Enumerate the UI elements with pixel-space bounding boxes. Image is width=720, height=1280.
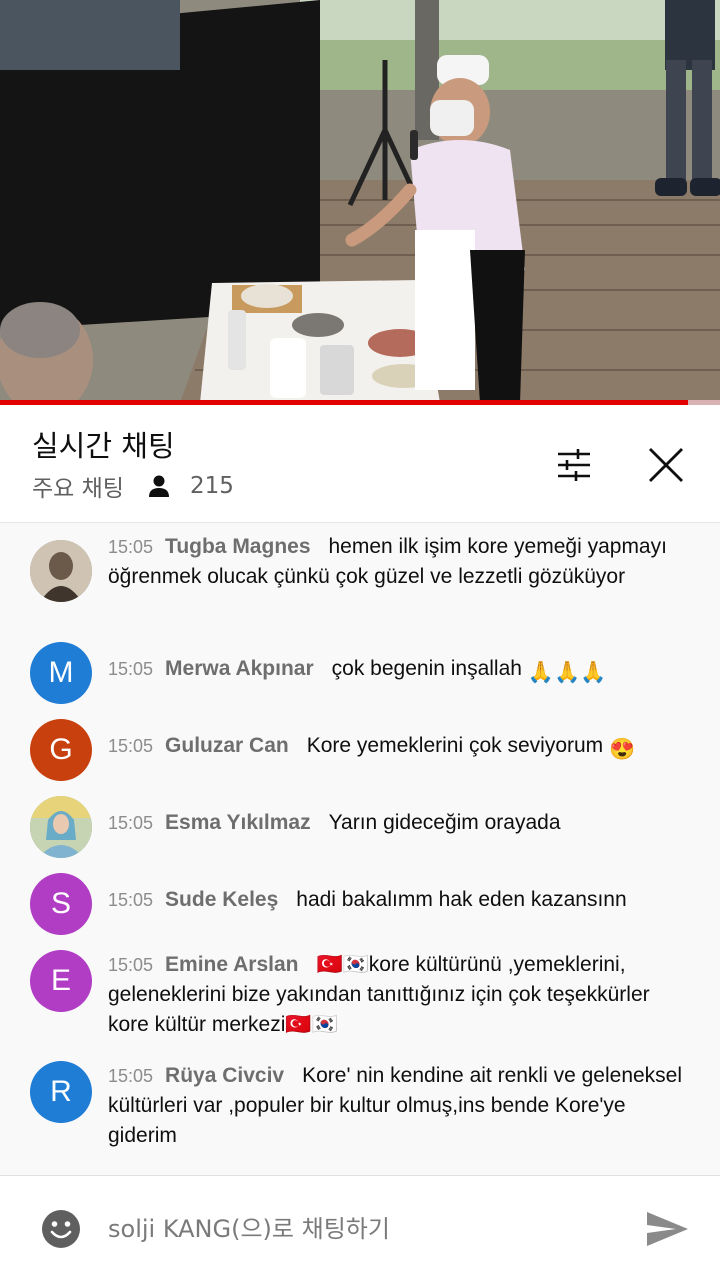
message-author[interactable]: Guluzar Can bbox=[165, 734, 289, 757]
chat-message: 15:05 Tugba Magnes hemen ilk işim kore yem… bbox=[0, 532, 720, 602]
avatar[interactable]: E bbox=[30, 950, 92, 1012]
message-text: Kore yemeklerini çok seviyorum bbox=[306, 734, 604, 757]
send-icon[interactable] bbox=[644, 1206, 690, 1252]
person-icon bbox=[146, 473, 172, 499]
chat-message: R 15:05 Rüya Civciv Kore' nin kendine ait … bbox=[0, 1061, 720, 1151]
video-frame bbox=[0, 0, 720, 403]
avatar[interactable] bbox=[30, 540, 92, 602]
message-time: 15:05 bbox=[108, 537, 154, 557]
live-chat-screen: 실시간 채팅 주요 채팅 215 15:05 Tugba Magnes heme… bbox=[0, 0, 720, 1280]
chat-header: 실시간 채팅 주요 채팅 215 bbox=[0, 405, 720, 523]
video-player[interactable] bbox=[0, 0, 720, 403]
avatar[interactable]: R bbox=[30, 1061, 92, 1123]
message-author[interactable]: Sude Keleş bbox=[165, 888, 278, 911]
chat-title: 실시간 채팅 bbox=[32, 429, 175, 463]
close-icon[interactable] bbox=[644, 443, 688, 487]
avatar[interactable] bbox=[30, 796, 92, 858]
chat-message: 15:05 Esma Yıkılmaz Yarın gideceğim orayad… bbox=[0, 796, 720, 858]
message-text: Yarın gideceğim orayada bbox=[328, 811, 561, 834]
avatar-letter: E bbox=[50, 964, 71, 997]
message-author[interactable]: Merwa Akpınar bbox=[165, 657, 314, 680]
chat-message: M 15:05 Merwa Akpınar çok begenin inşallah… bbox=[0, 642, 720, 704]
chat-message: E 15:05 Emine Arslan 🇹🇷🇰🇷kore kültürünü ,y… bbox=[0, 950, 720, 1040]
message-author[interactable]: Emine Arslan bbox=[165, 953, 298, 976]
chat-message-input[interactable] bbox=[108, 1206, 608, 1252]
pray-emoji-icon: 🙏🙏🙏 bbox=[527, 661, 607, 684]
message-time: 15:05 bbox=[108, 736, 154, 756]
avatar[interactable]: M bbox=[30, 642, 92, 704]
chat-mode-selector[interactable]: 주요 채팅 bbox=[32, 469, 124, 503]
message-author[interactable]: Esma Yıkılmaz bbox=[165, 811, 311, 834]
message-text: çok begenin inşallah bbox=[331, 657, 522, 680]
avatar-letter: R bbox=[50, 1075, 72, 1108]
chat-message-list[interactable]: 15:05 Tugba Magnes hemen ilk işim kore yem… bbox=[0, 524, 720, 1174]
avatar-letter: S bbox=[50, 887, 71, 920]
avatar[interactable]: S bbox=[30, 873, 92, 935]
avatar[interactable]: G bbox=[30, 719, 92, 781]
viewer-count: 215 bbox=[189, 473, 234, 499]
message-author[interactable]: Rüya Civciv bbox=[165, 1064, 284, 1087]
chat-message: G 15:05 Guluzar Can Kore yemeklerini çok s… bbox=[0, 719, 720, 781]
message-time: 15:05 bbox=[108, 1066, 154, 1086]
avatar-letter: G bbox=[49, 733, 73, 766]
message-time: 15:05 bbox=[108, 955, 154, 975]
message-author[interactable]: Tugba Magnes bbox=[165, 535, 310, 558]
heart-eyes-emoji-icon: 😍 bbox=[609, 738, 636, 761]
message-text: hadi bakalımm hak eden kazansınn bbox=[296, 888, 627, 911]
chat-input-bar bbox=[0, 1175, 720, 1280]
chat-message: S 15:05 Sude Keleş hadi bakalımm hak eden … bbox=[0, 873, 720, 935]
sliders-icon[interactable] bbox=[552, 443, 596, 487]
chat-subheader: 주요 채팅 215 bbox=[32, 469, 234, 503]
avatar-letter: M bbox=[48, 656, 74, 689]
message-time: 15:05 bbox=[108, 890, 154, 910]
smiley-icon[interactable] bbox=[40, 1208, 82, 1250]
message-time: 15:05 bbox=[108, 659, 154, 679]
message-time: 15:05 bbox=[108, 813, 154, 833]
